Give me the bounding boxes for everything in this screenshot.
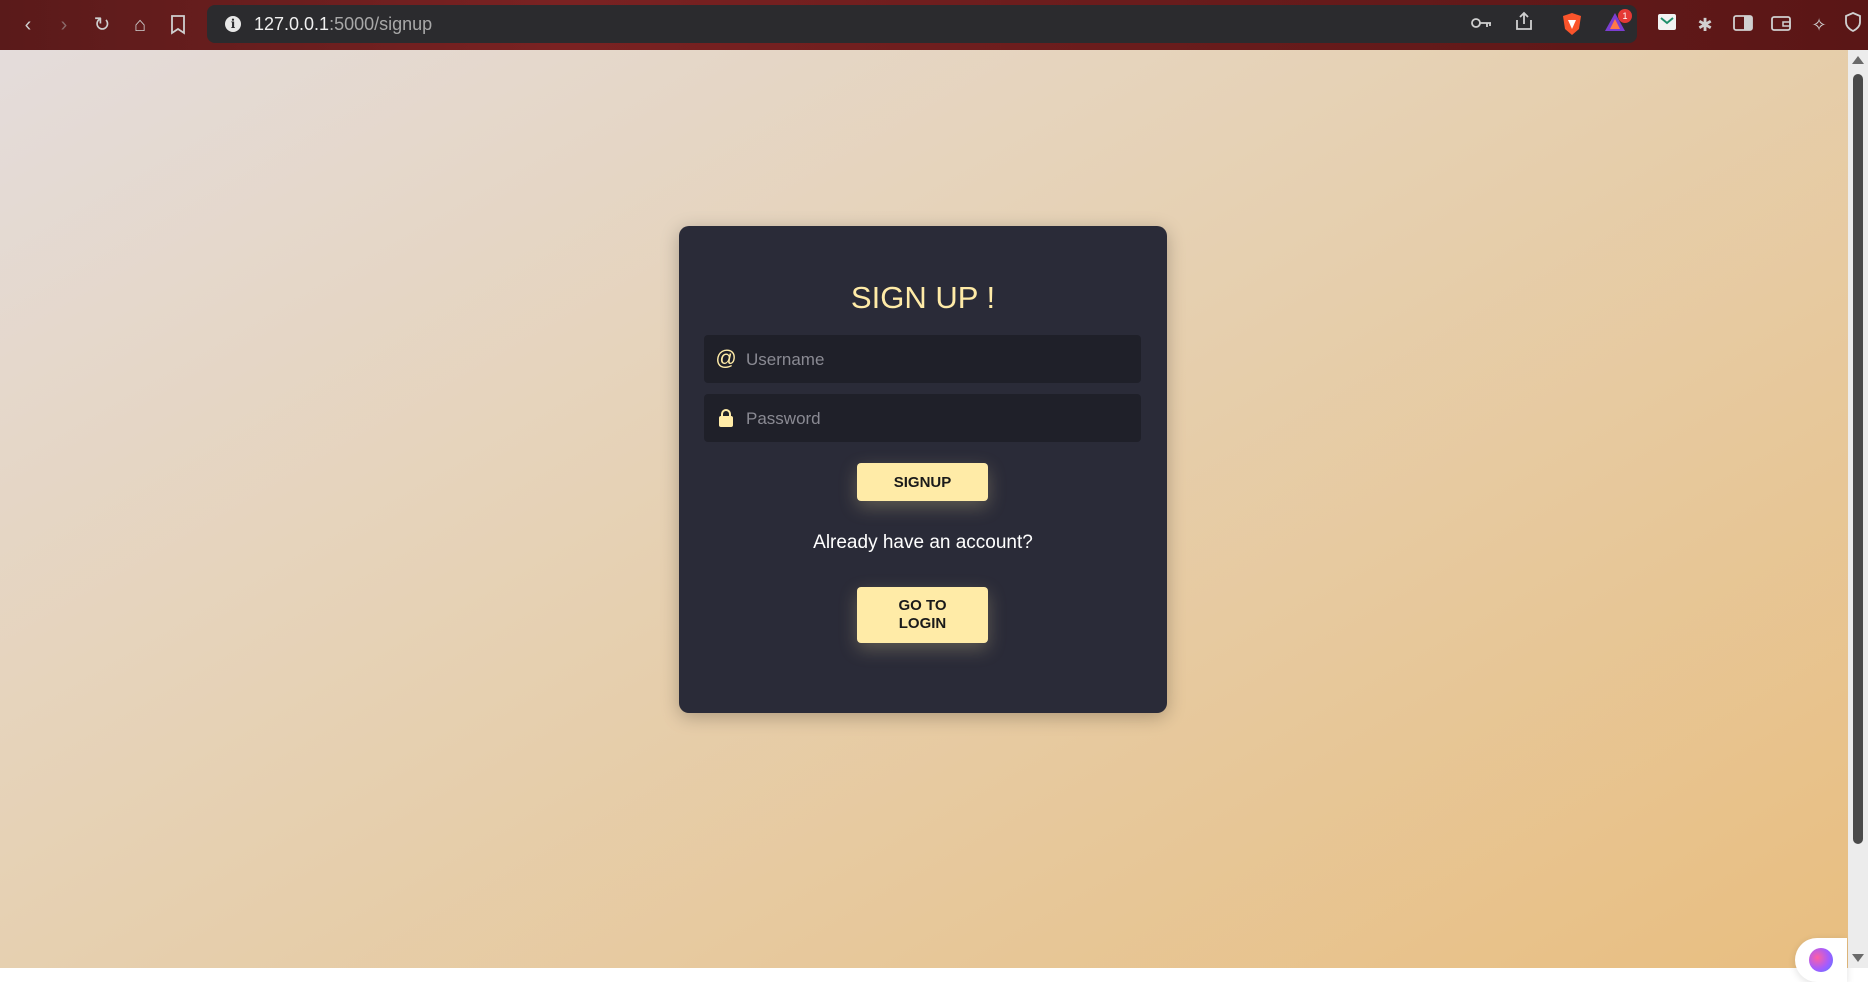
rewards-badge: 1 <box>1618 9 1632 23</box>
rewards-icon[interactable]: 1 <box>1602 9 1632 38</box>
scroll-up-icon[interactable] <box>1852 56 1864 64</box>
scroll-down-icon[interactable] <box>1852 954 1864 962</box>
at-icon: @ <box>715 347 737 370</box>
brain-icon <box>1809 948 1833 972</box>
url-host: 127.0.0.1 <box>254 14 330 34</box>
site-info-icon[interactable]: i <box>225 16 241 32</box>
username-field[interactable]: @ <box>704 335 1141 385</box>
username-input[interactable] <box>744 335 1138 385</box>
forward-icon[interactable]: › <box>52 13 76 37</box>
floating-assistant-widget[interactable] <box>1795 938 1847 982</box>
bookmark-icon[interactable] <box>166 13 190 37</box>
lock-icon <box>714 406 738 430</box>
already-account-text: Already have an account? <box>813 532 1033 553</box>
signup-button[interactable]: SIGNUP <box>857 463 988 501</box>
login-button-line2: LOGIN <box>898 615 947 632</box>
password-field[interactable] <box>704 394 1141 444</box>
share-icon[interactable] <box>1511 11 1537 37</box>
url-path: :5000/signup <box>329 14 433 34</box>
leo-ai-icon[interactable]: ✧ <box>1806 12 1832 38</box>
page-background: SIGN UP ! @ SIGNUP Already have an accou… <box>0 50 1848 982</box>
page-title: SIGN UP ! <box>850 280 996 315</box>
key-icon[interactable] <box>1469 11 1495 37</box>
url-text[interactable]: 127.0.0.1:5000/signup <box>254 14 432 35</box>
go-to-login-button[interactable]: GO TO LOGIN <box>857 587 988 643</box>
mail-extension-icon[interactable] <box>1654 12 1680 38</box>
vertical-scrollbar[interactable] <box>1848 50 1868 968</box>
brave-shield-icon[interactable] <box>1559 12 1585 38</box>
reload-icon[interactable]: ↻ <box>90 13 114 37</box>
extensions-icon[interactable]: ✱ <box>1692 12 1718 38</box>
password-input[interactable] <box>744 394 1138 444</box>
address-bar[interactable]: i 127.0.0.1:5000/signup <box>207 5 1637 43</box>
signup-card: SIGN UP ! @ SIGNUP Already have an accou… <box>679 226 1167 713</box>
back-icon[interactable]: ‹ <box>16 13 40 37</box>
scroll-thumb[interactable] <box>1853 74 1863 844</box>
login-button-line1: GO TO <box>898 597 947 614</box>
home-icon[interactable]: ⌂ <box>128 13 152 37</box>
sidebar-icon[interactable] <box>1730 12 1756 38</box>
wallet-icon[interactable] <box>1768 12 1794 38</box>
browser-toolbar: ‹ › ↻ ⌂ i 127.0.0.1:5000/signup 1 ✱ ✧ <box>0 0 1868 50</box>
vpn-shield-icon[interactable] <box>1842 12 1864 38</box>
